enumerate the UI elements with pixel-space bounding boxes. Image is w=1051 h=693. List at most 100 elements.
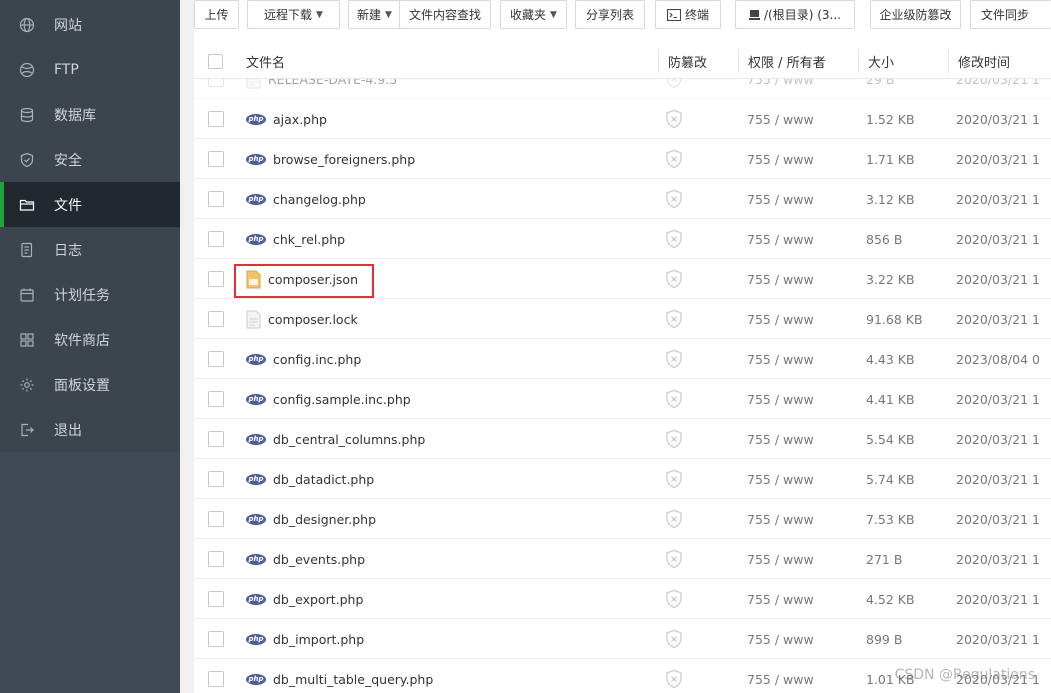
file-name[interactable]: composer.lock bbox=[268, 312, 358, 327]
file-name[interactable]: config.sample.inc.php bbox=[273, 392, 411, 407]
sidebar-item-security[interactable]: 安全 bbox=[0, 137, 180, 182]
file-name-cell[interactable]: composer.lock bbox=[246, 299, 358, 339]
tamper-status-icon[interactable] bbox=[665, 339, 683, 379]
table-row[interactable]: composer.lock 755 / www 91.68 KB 2020/03/21… bbox=[194, 299, 1051, 339]
upload-button[interactable]: 上传 bbox=[194, 0, 239, 29]
sidebar-item-files[interactable]: 文件 bbox=[0, 182, 180, 227]
file-name-cell[interactable]: php ajax.php bbox=[246, 99, 327, 139]
sidebar-item-logs[interactable]: 日志 bbox=[0, 227, 180, 272]
permission-cell[interactable]: 755 / www bbox=[747, 659, 814, 693]
tamper-status-icon[interactable] bbox=[665, 219, 683, 259]
file-name[interactable]: config.inc.php bbox=[273, 352, 361, 367]
row-checkbox[interactable] bbox=[208, 539, 224, 579]
permission-cell[interactable]: 755 / www bbox=[747, 499, 814, 539]
file-name-cell[interactable]: php db_designer.php bbox=[246, 499, 376, 539]
sidebar-item-logout[interactable]: 退出 bbox=[0, 407, 180, 452]
file-name[interactable]: changelog.php bbox=[273, 192, 366, 207]
permission-cell[interactable]: 755 / www bbox=[747, 259, 814, 299]
file-name-cell[interactable]: php db_central_columns.php bbox=[246, 419, 425, 459]
tamper-status-icon[interactable] bbox=[665, 379, 683, 419]
tamper-status-icon[interactable] bbox=[665, 459, 683, 499]
terminal-button[interactable]: 终端 bbox=[655, 0, 721, 29]
row-checkbox[interactable] bbox=[208, 179, 224, 219]
select-all-checkbox[interactable] bbox=[208, 43, 223, 79]
sidebar-item-database[interactable]: 数据库 bbox=[0, 92, 180, 137]
file-name[interactable]: db_export.php bbox=[273, 592, 363, 607]
header-tamper[interactable]: 防篡改 bbox=[658, 43, 707, 79]
file-name-cell[interactable]: php config.sample.inc.php bbox=[246, 379, 411, 419]
row-checkbox[interactable] bbox=[208, 259, 224, 299]
file-name-cell[interactable]: php db_multi_table_query.php bbox=[246, 659, 433, 693]
table-row[interactable]: php db_central_columns.php 755 / www 5.54 K… bbox=[194, 419, 1051, 459]
table-row[interactable]: php db_datadict.php 755 / www 5.74 KB 2020/0… bbox=[194, 459, 1051, 499]
header-size[interactable]: 大小 bbox=[858, 43, 894, 79]
row-checkbox[interactable] bbox=[208, 499, 224, 539]
file-name-cell[interactable]: php chk_rel.php bbox=[246, 219, 345, 259]
permission-cell[interactable]: 755 / www bbox=[747, 79, 814, 99]
permission-cell[interactable]: 755 / www bbox=[747, 99, 814, 139]
tamper-status-icon[interactable] bbox=[665, 499, 683, 539]
file-name-cell[interactable]: php config.inc.php bbox=[246, 339, 361, 379]
file-name[interactable]: db_events.php bbox=[273, 552, 365, 567]
tamper-status-icon[interactable] bbox=[665, 659, 683, 693]
file-name[interactable]: db_import.php bbox=[273, 632, 364, 647]
file-name-cell[interactable]: php db_datadict.php bbox=[246, 459, 374, 499]
row-checkbox[interactable] bbox=[208, 619, 224, 659]
permission-cell[interactable]: 755 / www bbox=[747, 539, 814, 579]
row-checkbox[interactable] bbox=[208, 139, 224, 179]
permission-cell[interactable]: 755 / www bbox=[747, 219, 814, 259]
sidebar-item-cron[interactable]: 计划任务 bbox=[0, 272, 180, 317]
table-row[interactable]: composer.json 755 / www 3.22 KB 2020/03/21 … bbox=[194, 259, 1051, 299]
row-checkbox[interactable] bbox=[208, 659, 224, 693]
tamper-status-icon[interactable] bbox=[665, 79, 683, 99]
sidebar-item-website[interactable]: 网站 bbox=[0, 2, 180, 47]
permission-cell[interactable]: 755 / www bbox=[747, 339, 814, 379]
file-name[interactable]: RELEASE-DATE-4.9.5 bbox=[268, 79, 397, 87]
favorites-button[interactable]: 收藏夹 ▼ bbox=[500, 0, 567, 29]
row-checkbox[interactable] bbox=[208, 79, 224, 99]
permission-cell[interactable]: 755 / www bbox=[747, 619, 814, 659]
table-row[interactable]: php db_import.php 755 / www 899 B 2020/03/21… bbox=[194, 619, 1051, 659]
file-name-cell[interactable]: php db_events.php bbox=[246, 539, 365, 579]
tamper-status-icon[interactable] bbox=[665, 619, 683, 659]
tamper-proof-button[interactable]: 企业级防篡改 bbox=[870, 0, 961, 29]
file-name[interactable]: composer.json bbox=[268, 272, 358, 287]
header-mtime[interactable]: 修改时间 bbox=[948, 43, 1010, 79]
file-name-cell[interactable]: RELEASE-DATE-4.9.5 bbox=[246, 79, 397, 99]
file-name[interactable]: browse_foreigners.php bbox=[273, 152, 415, 167]
row-checkbox[interactable] bbox=[208, 459, 224, 499]
table-row[interactable]: RELEASE-DATE-4.9.5 755 / www 29 B 2020/03/2… bbox=[194, 79, 1051, 99]
permission-cell[interactable]: 755 / www bbox=[747, 139, 814, 179]
share-list-button[interactable]: 分享列表 bbox=[575, 0, 645, 29]
file-name-cell[interactable]: php db_export.php bbox=[246, 579, 363, 619]
sidebar-item-settings[interactable]: 面板设置 bbox=[0, 362, 180, 407]
file-name-cell[interactable]: php browse_foreigners.php bbox=[246, 139, 415, 179]
file-name[interactable]: db_designer.php bbox=[273, 512, 376, 527]
permission-cell[interactable]: 755 / www bbox=[747, 579, 814, 619]
file-sync-button[interactable]: 文件同步 bbox=[970, 0, 1051, 29]
tamper-status-icon[interactable] bbox=[665, 179, 683, 219]
row-checkbox[interactable] bbox=[208, 99, 224, 139]
permission-cell[interactable]: 755 / www bbox=[747, 299, 814, 339]
tamper-status-icon[interactable] bbox=[665, 99, 683, 139]
row-checkbox[interactable] bbox=[208, 219, 224, 259]
tamper-status-icon[interactable] bbox=[665, 259, 683, 299]
tamper-status-icon[interactable] bbox=[665, 579, 683, 619]
table-row[interactable]: php ajax.php 755 / www 1.52 KB 2020/03/21 1 bbox=[194, 99, 1051, 139]
file-name[interactable]: db_multi_table_query.php bbox=[273, 672, 433, 687]
tamper-status-icon[interactable] bbox=[665, 299, 683, 339]
row-checkbox[interactable] bbox=[208, 299, 224, 339]
row-checkbox[interactable] bbox=[208, 419, 224, 459]
remote-download-button[interactable]: 远程下载 ▼ bbox=[247, 0, 340, 29]
table-row[interactable]: php config.inc.php 755 / www 4.43 KB 2023/08… bbox=[194, 339, 1051, 379]
permission-cell[interactable]: 755 / www bbox=[747, 179, 814, 219]
file-name-cell[interactable]: php db_import.php bbox=[246, 619, 364, 659]
tamper-status-icon[interactable] bbox=[665, 419, 683, 459]
permission-cell[interactable]: 755 / www bbox=[747, 419, 814, 459]
sidebar-item-ftp[interactable]: FTP bbox=[0, 47, 180, 92]
header-filename[interactable]: 文件名 bbox=[246, 43, 285, 79]
content-search-button[interactable]: 文件内容查找 bbox=[399, 0, 491, 29]
tamper-status-icon[interactable] bbox=[665, 539, 683, 579]
table-row[interactable]: php browse_foreigners.php 755 / www 1.71 KB… bbox=[194, 139, 1051, 179]
table-row[interactable]: php config.sample.inc.php 755 / www 4.41 KB… bbox=[194, 379, 1051, 419]
